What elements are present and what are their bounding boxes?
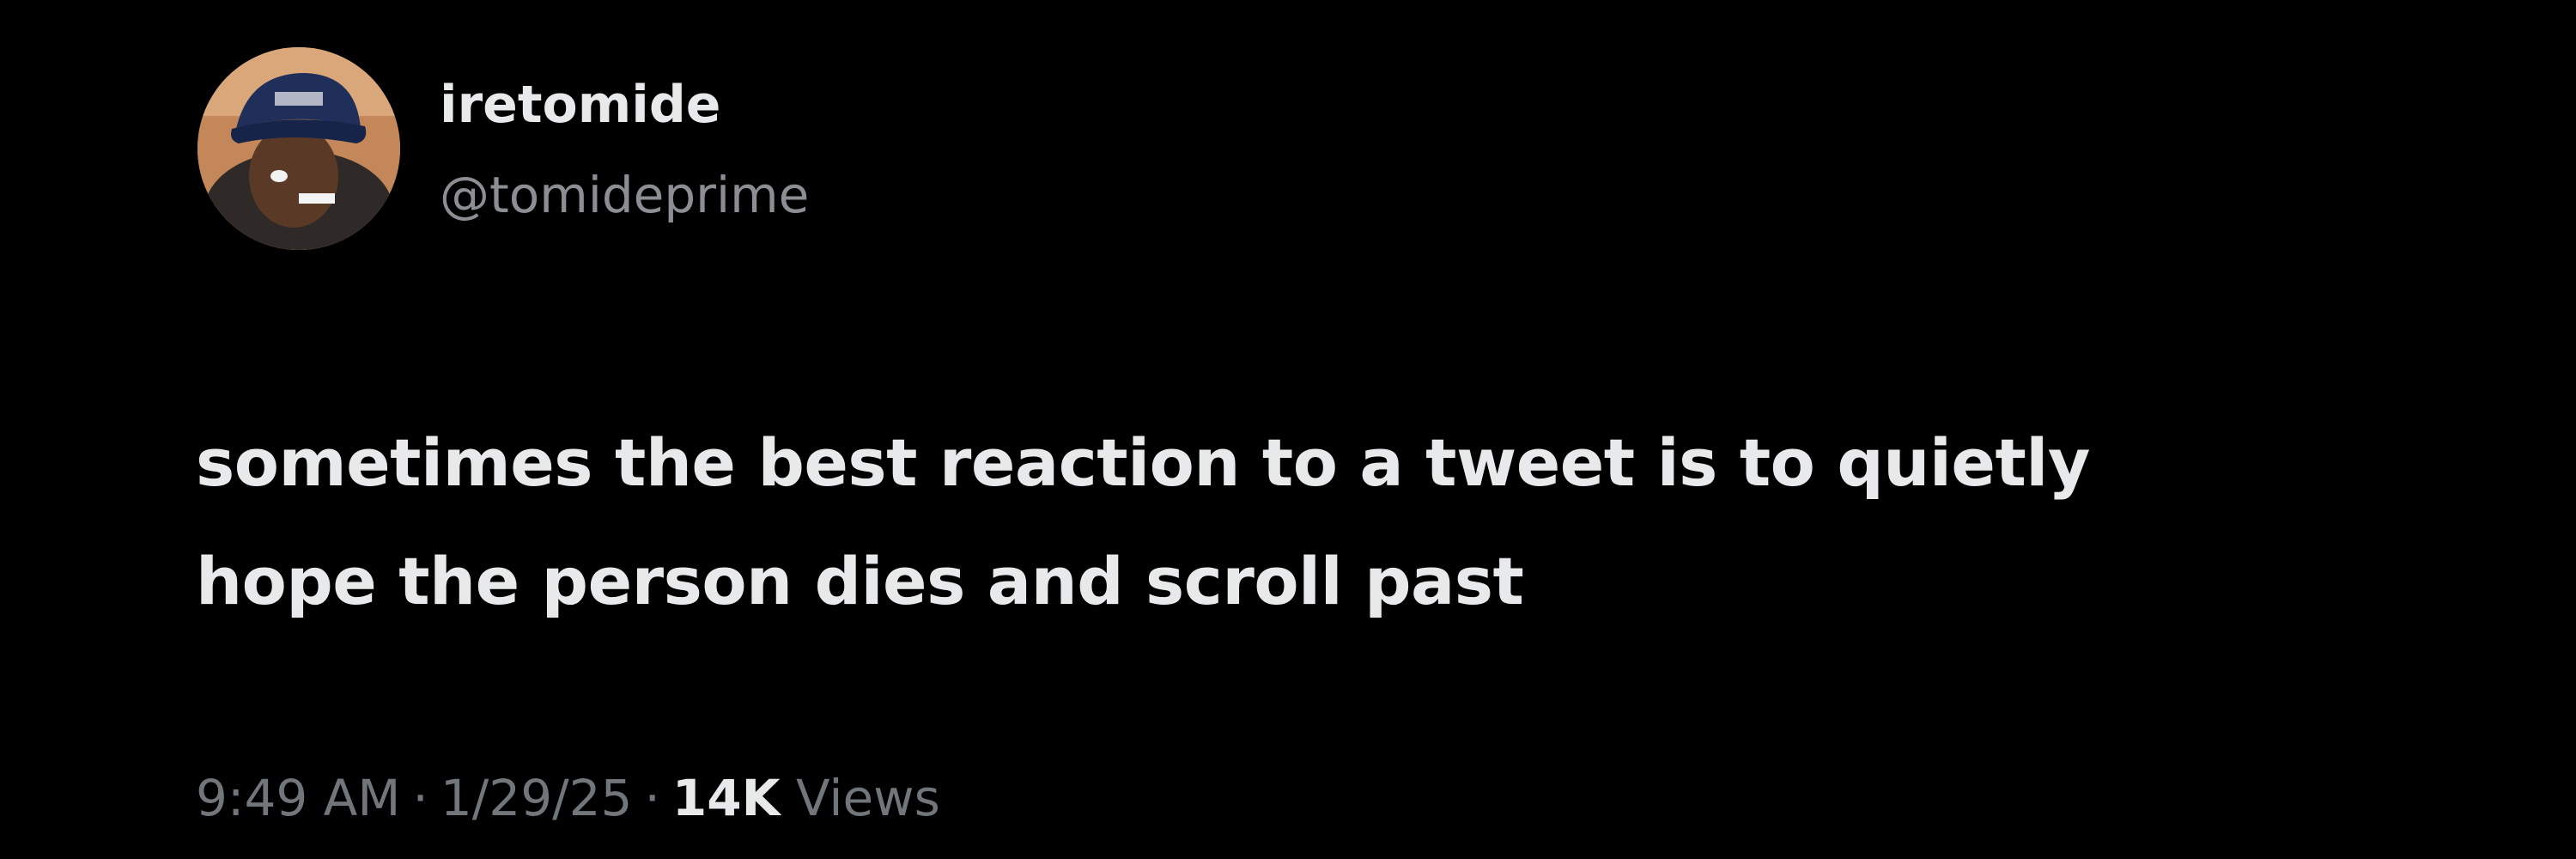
tweet-time[interactable]: 9:49 AM [196,769,400,827]
views-label: Views [795,769,940,827]
views-count: 14K [671,769,781,827]
tweet-text-line: sometimes the best reaction to a tweet i… [196,424,2090,501]
meta-separator: · [644,769,660,827]
author-display-name[interactable]: iretomide [440,79,720,131]
tweet-meta: 9:49 AM · 1/29/25 · 14K Views [196,773,940,823]
meta-separator: · [412,769,428,827]
tweet-date[interactable]: 1/29/25 [440,769,633,827]
avatar[interactable] [197,47,400,250]
avatar-photo [197,47,400,250]
tweet-text: sometimes the best reaction to a tweet i… [196,404,2257,641]
author-handle[interactable]: @tomideprime [440,170,809,220]
tweet-text-line: hope the person dies and scroll past [196,543,1524,619]
tweet-card: iretomide @tomideprime sometimes the bes… [0,0,2576,859]
